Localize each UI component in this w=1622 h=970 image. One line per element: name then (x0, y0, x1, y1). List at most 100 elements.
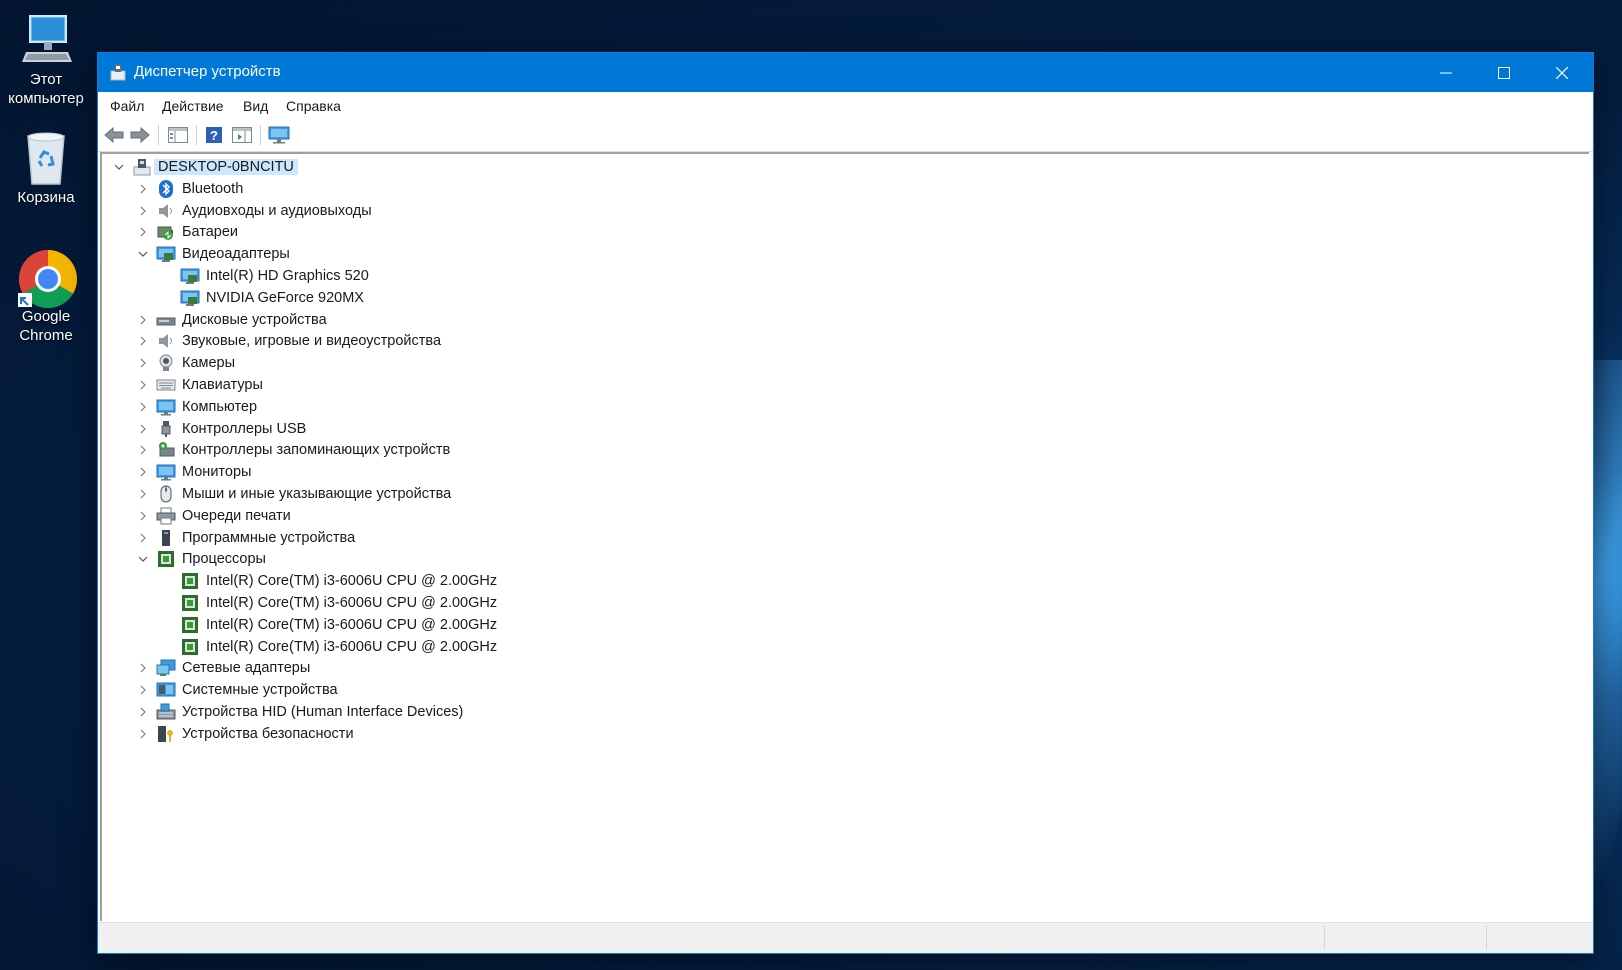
tree-device-label: Intel(R) Core(TM) i3-6006U CPU @ 2.00GHz (206, 617, 498, 633)
chevron-down-icon[interactable] (136, 247, 150, 261)
tree-category[interactable]: Очереди печати (136, 505, 291, 527)
show-hide-console-tree-button[interactable] (166, 124, 190, 146)
computer-network-icon (132, 158, 152, 176)
desktop-icon-label: Корзина (17, 189, 75, 206)
chevron-right-icon[interactable] (136, 313, 150, 327)
tree-category[interactable]: Аудиовходы и аудиовыходы (136, 200, 372, 222)
forward-button[interactable] (128, 124, 152, 146)
minimize-button[interactable] (1417, 53, 1475, 92)
chevron-down-icon[interactable] (136, 552, 150, 566)
tree-root-label: DESKTOP-0BNCITU (154, 159, 298, 175)
tree-device[interactable]: Intel(R) Core(TM) i3-6006U CPU @ 2.00GHz (160, 592, 497, 614)
tree-category[interactable]: Системные устройства (136, 679, 338, 701)
chevron-down-icon[interactable] (112, 160, 126, 174)
tree-device[interactable]: Intel(R) Core(TM) i3-6006U CPU @ 2.00GHz (160, 570, 497, 592)
display-adapter-icon (180, 267, 200, 285)
menu-file[interactable]: Файл (110, 98, 144, 114)
network-adapter-icon (156, 659, 176, 677)
chevron-right-icon[interactable] (136, 182, 150, 196)
tree-category[interactable]: Компьютер (136, 396, 257, 418)
tree-device[interactable]: Intel(R) HD Graphics 520 (160, 265, 369, 287)
tree-device[interactable]: Intel(R) Core(TM) i3-6006U CPU @ 2.00GHz (160, 636, 497, 658)
cpu-icon (180, 638, 200, 656)
action-pane-button[interactable] (230, 124, 254, 146)
menu-help[interactable]: Справка (286, 98, 341, 114)
tree-root[interactable]: DESKTOP-0BNCITU (112, 156, 298, 178)
tree-device[interactable]: NVIDIA GeForce 920MX (160, 287, 364, 309)
tree-device-label: Intel(R) HD Graphics 520 (206, 268, 369, 284)
tree-category[interactable]: Мониторы (136, 461, 251, 483)
chevron-right-icon[interactable] (136, 509, 150, 523)
forward-arrow-icon (130, 127, 150, 143)
tree-category[interactable]: Устройства безопасности (136, 723, 354, 745)
desktop-icon-recycle-bin[interactable]: Корзина (0, 130, 92, 207)
chevron-right-icon[interactable] (136, 727, 150, 741)
toolbar: ? (98, 119, 1593, 152)
chevron-right-icon[interactable] (136, 334, 150, 348)
desktop-icon-label: Google (21, 308, 71, 325)
camera-icon (156, 354, 176, 372)
chevron-right-icon[interactable] (136, 443, 150, 457)
tree-category[interactable]: Устройства HID (Human Interface Devices) (136, 701, 463, 723)
chevron-right-icon[interactable] (136, 422, 150, 436)
tree-category[interactable]: Bluetooth (136, 178, 243, 200)
tree-category[interactable]: Клавиатуры (136, 374, 263, 396)
close-button[interactable] (1533, 53, 1591, 92)
chevron-right-icon[interactable] (136, 661, 150, 675)
tree-category-label: Клавиатуры (182, 377, 263, 393)
maximize-button[interactable] (1475, 53, 1533, 92)
monitor-icon (156, 398, 176, 416)
chevron-right-icon[interactable] (136, 531, 150, 545)
tree-category-label: Очереди печати (182, 508, 291, 524)
chevron-right-icon[interactable] (136, 465, 150, 479)
tree-category-label: Сетевые адаптеры (182, 660, 311, 676)
menu-action[interactable]: Действие (162, 98, 224, 114)
tree-category-label: Дисковые устройства (182, 312, 327, 328)
chevron-right-icon[interactable] (136, 225, 150, 239)
tree-category[interactable]: Процессоры (136, 548, 266, 570)
tree-category[interactable]: Звуковые, игровые и видеоустройства (136, 330, 441, 352)
usb-icon (156, 420, 176, 438)
tree-category[interactable]: Батареи (136, 221, 238, 243)
menu-view[interactable]: Вид (243, 98, 268, 114)
desktop-icon-this-pc[interactable]: Этот компьютер (0, 12, 92, 108)
tree-category[interactable]: Сетевые адаптеры (136, 657, 310, 679)
help-button[interactable]: ? (202, 124, 226, 146)
maximize-icon (1498, 66, 1510, 79)
back-button[interactable] (102, 124, 126, 146)
tree-category[interactable]: Мыши и иные указывающие устройства (136, 483, 451, 505)
tree-category-label: Аудиовходы и аудиовыходы (182, 203, 372, 219)
chevron-right-icon[interactable] (136, 204, 150, 218)
tree-category-label: Видеоадаптеры (182, 246, 290, 262)
chevron-right-icon[interactable] (136, 400, 150, 414)
device-tree[interactable]: DESKTOP-0BNCITU Bluetooth Аудиовходы и ау… (100, 152, 1589, 921)
tree-category[interactable]: Видеоадаптеры (136, 243, 290, 265)
tree-category-label: Звуковые, игровые и видеоустройства (182, 333, 442, 349)
tree-category[interactable]: Контроллеры USB (136, 418, 306, 440)
security-device-icon (156, 725, 176, 743)
tree-category-label: Устройства безопасности (182, 726, 354, 742)
scan-hardware-button[interactable] (267, 124, 291, 146)
title-bar[interactable]: Диспетчер устройств (98, 53, 1593, 92)
tree-category[interactable]: Программные устройства (136, 527, 355, 549)
speaker-icon (156, 202, 176, 220)
desktop-icon-google-chrome[interactable]: Google Chrome (0, 249, 92, 345)
software-device-icon (156, 529, 176, 547)
chevron-right-icon[interactable] (136, 487, 150, 501)
tree-device[interactable]: Intel(R) Core(TM) i3-6006U CPU @ 2.00GHz (160, 614, 497, 636)
status-bar-divider (1324, 926, 1325, 950)
chevron-right-icon[interactable] (136, 356, 150, 370)
desktop-icon-label: Chrome (19, 327, 73, 344)
tree-category[interactable]: Дисковые устройства (136, 309, 327, 331)
tree-category-label: Устройства HID (Human Interface Devices) (182, 704, 464, 720)
status-bar (98, 922, 1593, 953)
chevron-right-icon[interactable] (136, 378, 150, 392)
tree-category[interactable]: Камеры (136, 352, 235, 374)
toolbar-separator (260, 125, 261, 145)
chevron-right-icon[interactable] (136, 683, 150, 697)
disk-drive-icon (156, 311, 176, 329)
chevron-right-icon[interactable] (136, 705, 150, 719)
tree-category[interactable]: Контроллеры запоминающих устройств (136, 439, 450, 461)
keyboard-icon (156, 376, 176, 394)
back-arrow-icon (104, 127, 124, 143)
